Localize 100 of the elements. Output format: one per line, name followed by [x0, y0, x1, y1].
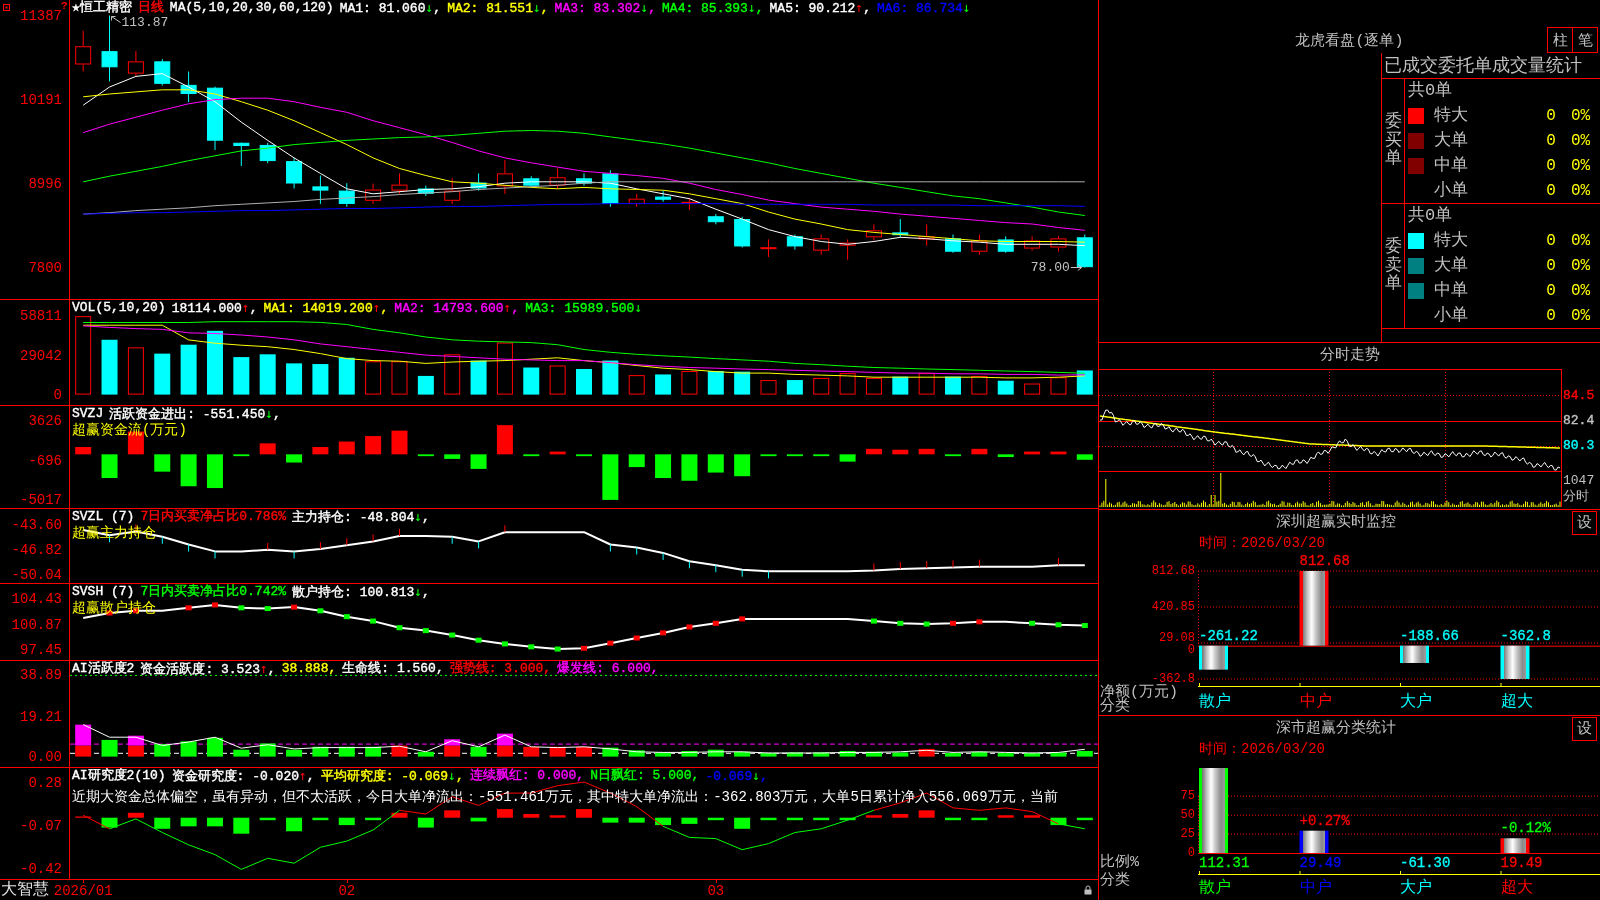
indicator-text: 资金研究度: -0.020↑, — [171, 768, 315, 785]
price-scale-label: 82.4 — [1563, 413, 1595, 429]
axis-tick-label: 100.87 — [11, 617, 62, 633]
chart-bar — [259, 354, 276, 395]
chart-bar — [444, 810, 461, 818]
chart-bar — [1500, 645, 1530, 679]
order-total: 共0单 — [1408, 81, 1453, 101]
chart-bar — [470, 360, 487, 395]
chart-bar — [496, 809, 513, 818]
settings-button[interactable]: 设 — [1572, 510, 1597, 535]
chart-bar — [286, 817, 303, 832]
axis-tick-label: -5017 — [20, 492, 62, 508]
axis-tick-label: 0 — [1187, 847, 1195, 859]
axis-tick-label: 11387 — [20, 7, 62, 24]
chart-bar — [417, 454, 434, 457]
order-count: 0 — [1546, 180, 1556, 201]
chart-bar — [391, 361, 408, 395]
order-count: 0 — [1546, 255, 1556, 276]
axis-tick-label: 97.45 — [20, 642, 62, 659]
chart-bar — [259, 817, 276, 821]
date-axis-label: 2026/01 — [53, 883, 113, 899]
panel-title: 深市超赢分类统计 — [1275, 719, 1396, 738]
chart-bar — [734, 751, 751, 757]
chart-bar — [655, 454, 672, 479]
chart-bar — [549, 451, 566, 455]
candlestick — [180, 71, 197, 103]
axis-tick-label: -0.07 — [20, 818, 62, 835]
chart-bar — [707, 454, 724, 473]
chart-bar — [470, 746, 487, 757]
chart-bar — [839, 817, 856, 821]
candlestick — [549, 168, 566, 189]
indicator-text: MA4: 85.393↓, — [662, 0, 764, 17]
chart-bar — [628, 750, 645, 757]
candlestick — [997, 235, 1014, 254]
chart-bar — [628, 454, 645, 468]
chart-bar — [576, 746, 592, 757]
candlestick — [101, 15, 118, 82]
bar-value-label: 19.49 — [1500, 856, 1543, 870]
chart-bar — [365, 817, 382, 821]
chart-bar — [945, 376, 962, 395]
axis-tick-label: -43.60 — [11, 517, 62, 534]
min-price-label: 78.00 — [1030, 259, 1070, 276]
indicator-text: 资金活跃度: 3.523↑, — [140, 661, 276, 678]
chart-bar — [206, 817, 223, 827]
chart-bar — [918, 810, 935, 818]
axis-tick-label: 50 — [1180, 809, 1195, 822]
chart-bar — [655, 752, 672, 757]
chart-bar — [813, 752, 830, 757]
category-label: 超大 — [1500, 693, 1533, 711]
order-size-label: 特大 — [1434, 230, 1468, 251]
candlestick — [1076, 234, 1093, 268]
order-size-label: 小单 — [1434, 305, 1468, 326]
chart-bar — [180, 344, 197, 395]
view-toggle-button[interactable]: 柱 — [1547, 27, 1573, 53]
axis-tick-label: 29.08 — [1159, 632, 1195, 645]
chart-bar — [180, 454, 197, 487]
axis-tick-label: 8996 — [28, 175, 62, 192]
max-pointer-line — [111, 16, 121, 23]
candlestick — [286, 157, 303, 189]
indicator-text: MA3: 15989.500↓ — [525, 300, 643, 317]
candlestick — [1050, 235, 1067, 253]
indicator-text: AI活跃度2 — [72, 661, 135, 678]
bar-value-label: 29.49 — [1299, 856, 1342, 870]
candlestick — [892, 218, 909, 238]
category-label: 大户 — [1400, 879, 1432, 897]
indicator-text: N日飘红: 5.000, — [590, 768, 700, 785]
axis-tick-label: 0.28 — [28, 775, 62, 792]
chart-bar — [839, 454, 856, 462]
chart-bar — [628, 817, 645, 823]
chart-bar — [1050, 752, 1067, 757]
chart-bar — [523, 454, 540, 457]
order-total: 共0单 — [1408, 206, 1453, 226]
chart-bar — [470, 817, 487, 822]
lock-icon — [1084, 885, 1092, 895]
bar-value-label: -261.22 — [1199, 628, 1258, 643]
bar-value-label: 812.68 — [1299, 554, 1350, 568]
chart-bar — [338, 817, 355, 826]
view-toggle-button[interactable]: 笔 — [1572, 27, 1598, 53]
indicator-text: -0.069↓, — [705, 768, 768, 785]
chart-bar — [1500, 838, 1530, 853]
chart-bar — [101, 817, 118, 828]
order-share: 0% — [1571, 130, 1591, 151]
chart-bar — [997, 753, 1014, 757]
chart-bar — [681, 817, 698, 824]
chart-bar — [417, 375, 434, 395]
candlestick — [655, 190, 672, 203]
order-share: 0% — [1571, 105, 1591, 126]
indicator-text: 7日内买卖净占比0.786% — [140, 509, 287, 525]
chart-bar — [101, 739, 118, 757]
panel-title: 深圳超赢实时监控 — [1275, 513, 1396, 532]
axis-tick-label: 0 — [53, 386, 62, 403]
chart-bar — [918, 448, 935, 455]
candlestick — [470, 172, 487, 192]
candlestick — [865, 223, 882, 241]
settings-button[interactable]: 设 — [1572, 716, 1597, 741]
indicator-text: 连续飘红: 0.000, — [469, 768, 585, 785]
order-share: 0% — [1571, 180, 1591, 201]
chart-bar — [444, 354, 461, 395]
chart-bar — [971, 751, 988, 757]
chart-bar — [892, 814, 909, 818]
